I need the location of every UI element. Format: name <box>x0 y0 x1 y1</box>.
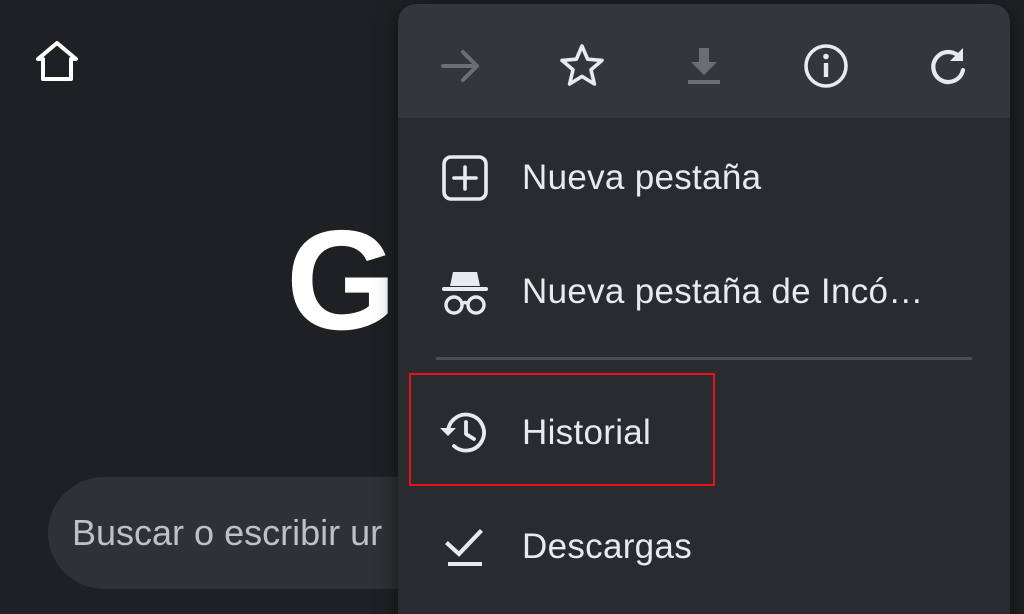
incognito-icon <box>436 263 494 321</box>
menu-divider <box>436 357 972 360</box>
info-icon <box>804 44 848 88</box>
google-logo: G <box>286 201 397 360</box>
download-icon <box>688 48 720 84</box>
forward-button[interactable] <box>431 36 491 96</box>
reload-button[interactable] <box>918 36 978 96</box>
forward-arrow-icon <box>441 50 479 82</box>
downloads-check-icon <box>436 518 494 576</box>
menu-item-new-incognito-tab[interactable]: Nueva pestaña de Incó… <box>398 236 1010 348</box>
home-icon <box>36 41 78 81</box>
bookmark-button[interactable] <box>552 36 612 96</box>
home-button[interactable] <box>30 34 84 88</box>
menu-item-label: Descargas <box>522 527 692 566</box>
browser-screen: G Buscar o escribir ur Nueva pestaña Nue… <box>0 0 1024 614</box>
menu-item-label: Nueva pestaña <box>522 158 762 197</box>
menu-item-label: Nueva pestaña de Incó… <box>522 272 924 311</box>
page-info-button[interactable] <box>796 36 856 96</box>
overflow-menu: Nueva pestaña Nueva pestaña de Incó… His… <box>398 4 1010 614</box>
menu-item-history[interactable]: Historial <box>398 377 1010 489</box>
menu-toolbar <box>398 4 1010 118</box>
star-icon <box>560 44 604 86</box>
refresh-icon <box>931 48 966 85</box>
new-tab-icon <box>436 149 494 207</box>
history-icon <box>436 404 494 462</box>
menu-item-label: Historial <box>522 413 652 452</box>
menu-item-downloads[interactable]: Descargas <box>398 491 1010 603</box>
menu-item-new-tab[interactable]: Nueva pestaña <box>398 122 1010 234</box>
search-placeholder: Buscar o escribir ur <box>72 512 383 553</box>
download-page-button[interactable] <box>674 36 734 96</box>
